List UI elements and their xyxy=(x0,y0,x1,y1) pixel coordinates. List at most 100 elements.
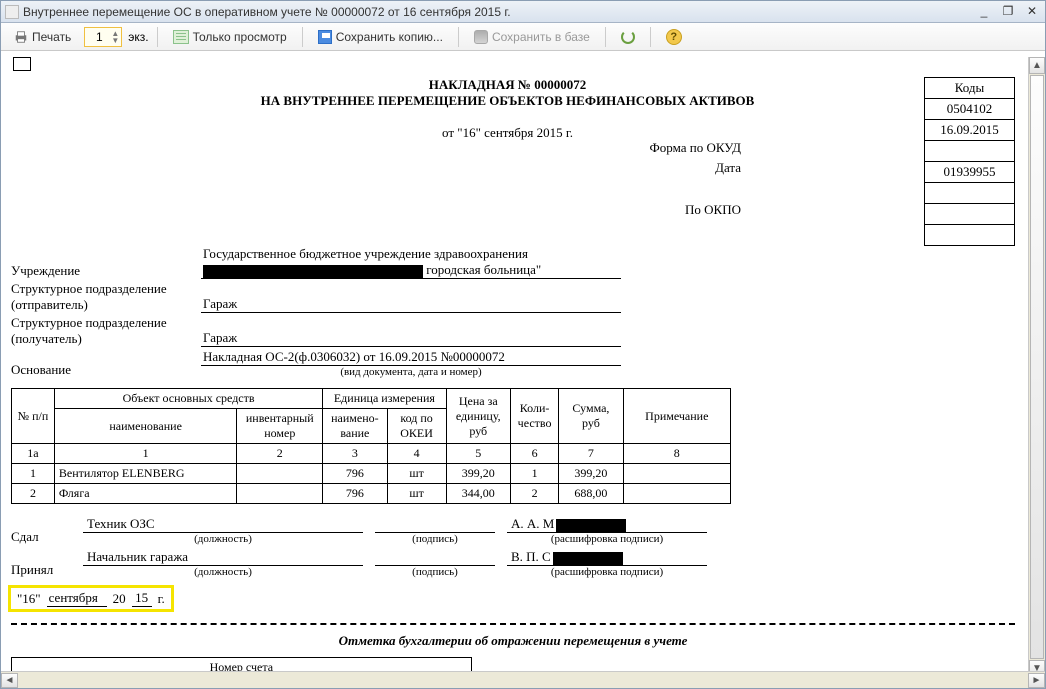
minimize-button[interactable]: _ xyxy=(975,5,993,19)
th-qty: Коли- чество xyxy=(510,389,558,444)
table-row: 2 Фляга 796 шт 344,00 2 688,00 xyxy=(12,484,731,504)
vertical-scrollbar[interactable]: ▲ ▼ xyxy=(1028,57,1045,671)
received-name: В. П. С xyxy=(507,549,707,566)
document-viewport[interactable]: НАКЛАДНАЯ № 00000072 НА ВНУТРЕННЕЕ ПЕРЕМ… xyxy=(1,51,1045,671)
sign-y-suffix: 15 xyxy=(132,590,152,607)
restore-button[interactable]: ❐ xyxy=(999,5,1017,19)
handed-sign xyxy=(375,516,495,533)
accounting-table: Номер счета Сумма по дебету по кредиту 2… xyxy=(11,657,731,671)
scroll-right-button[interactable]: ► xyxy=(1028,673,1045,688)
separator xyxy=(650,27,651,47)
okpo-label: По ОКПО xyxy=(685,202,741,218)
copies-suffix: экз. xyxy=(128,30,148,44)
sum-head: Сумма xyxy=(471,658,731,672)
okpo-value: 01939955 xyxy=(925,162,1015,183)
name-caption: (расшифровка подписи) xyxy=(507,533,707,545)
save-db-label: Сохранить в базе xyxy=(492,30,590,44)
th-obj: Объект основных средств xyxy=(54,389,322,409)
doc-title-2: НА ВНУТРЕННЕЕ ПЕРЕМЕЩЕНИЕ ОБЪЕКТОВ НЕФИН… xyxy=(11,93,924,109)
th-sum: Сумма, руб xyxy=(559,389,623,444)
scroll-up-button[interactable]: ▲ xyxy=(1029,57,1045,74)
scroll-down-button[interactable]: ▼ xyxy=(1029,660,1045,671)
scroll-thumb[interactable] xyxy=(1030,75,1044,659)
basis-value: Накладная ОС-2(ф.0306032) от 16.09.2015 … xyxy=(201,349,621,366)
th-npp: № п/п xyxy=(12,389,55,444)
redacted-name xyxy=(556,519,626,532)
scroll-left-button[interactable]: ◄ xyxy=(1,673,18,688)
diskette-icon xyxy=(318,30,332,44)
received-pos: Начальник гаража xyxy=(83,549,363,566)
basis-caption: (вид документа, дата и номер) xyxy=(201,366,621,378)
th-note: Примечание xyxy=(623,389,730,444)
print-label: Печать xyxy=(32,30,71,44)
basis-label: Основание xyxy=(11,362,201,378)
acct-head: Номер счета xyxy=(12,658,472,672)
dashed-separator xyxy=(11,623,1015,625)
pos-caption: (должность) xyxy=(83,566,363,578)
empty-code-4 xyxy=(925,225,1015,246)
th-obj-inv: инвентарный номер xyxy=(237,409,323,444)
th-unit-name: наимено- вание xyxy=(323,409,387,444)
org-value: Государственное бюджетное учреждение здр… xyxy=(201,246,621,279)
handed-pos: Техник ОЗС xyxy=(83,516,363,533)
separator xyxy=(605,27,606,47)
pos-caption: (должность) xyxy=(83,533,363,545)
app-icon xyxy=(5,5,19,19)
org-suffix: городская больница" xyxy=(426,262,541,277)
th-unit-code: код по ОКЕИ xyxy=(387,409,446,444)
preview-only-label: Только просмотр xyxy=(193,30,287,44)
separator xyxy=(157,27,158,47)
table-row: 1 Вентилятор ELENBERG 796 шт 399,20 1 39… xyxy=(12,464,731,484)
preview-only-button[interactable]: Только просмотр xyxy=(166,27,294,47)
sign-caption: (подпись) xyxy=(375,566,495,578)
empty-code-2 xyxy=(925,183,1015,204)
spinner-arrows[interactable]: ▲▼ xyxy=(111,30,119,44)
sender-label-2: (отправитель) xyxy=(11,297,201,313)
sign-month: сентября xyxy=(47,590,107,607)
refresh-icon xyxy=(621,30,635,44)
sign-y-prefix: 20 xyxy=(113,591,126,607)
items-table: № п/п Объект основных средств Единица из… xyxy=(11,388,731,504)
date-label: Дата xyxy=(715,160,741,176)
redacted-org xyxy=(203,265,423,278)
receiver-label-2: (получатель) xyxy=(11,331,201,347)
redacted-name xyxy=(553,552,623,565)
print-page: НАКЛАДНАЯ № 00000072 НА ВНУТРЕННЕЕ ПЕРЕМ… xyxy=(11,57,1035,671)
printer-icon xyxy=(14,30,28,44)
sign-date-highlight: "16" сентября 20 15 г. xyxy=(11,588,171,609)
sign-day: "16" xyxy=(17,591,41,607)
doc-title-1: НАКЛАДНАЯ № 00000072 xyxy=(11,77,924,93)
mark-title: Отметка бухгалтерии об отражении перемещ… xyxy=(11,633,1015,649)
print-button[interactable]: Печать xyxy=(7,27,78,47)
handed-label: Сдал xyxy=(11,529,71,545)
received-sign xyxy=(375,549,495,566)
horizontal-scrollbar[interactable]: ◄ ► xyxy=(1,671,1045,688)
copies-spinner[interactable]: ▲▼ xyxy=(84,27,122,47)
close-button[interactable]: ✕ xyxy=(1023,5,1041,19)
sign-y-end: г. xyxy=(158,591,165,607)
sign-caption: (подпись) xyxy=(375,533,495,545)
okud-label: Форма по ОКУД xyxy=(650,140,742,156)
numrow: 1а 1 2 3 4 5 6 7 8 xyxy=(12,444,731,464)
receiver-label-1: Структурное подразделение xyxy=(11,315,201,331)
copies-input[interactable] xyxy=(87,29,111,45)
received-label: Принял xyxy=(11,562,71,578)
empty-code-3 xyxy=(925,204,1015,225)
sender-label-1: Структурное подразделение xyxy=(11,281,201,297)
save-copy-button[interactable]: Сохранить копию... xyxy=(311,27,450,47)
refresh-button[interactable] xyxy=(614,27,642,47)
corner-box xyxy=(13,57,31,71)
sheet-icon xyxy=(173,30,189,44)
save-db-button[interactable]: Сохранить в базе xyxy=(467,27,597,47)
separator xyxy=(458,27,459,47)
okud-value: 0504102 xyxy=(925,99,1015,120)
save-copy-label: Сохранить копию... xyxy=(336,30,443,44)
help-button[interactable]: ? xyxy=(659,26,689,48)
separator xyxy=(302,27,303,47)
th-obj-name: наименование xyxy=(54,409,236,444)
help-icon: ? xyxy=(666,29,682,45)
org-prefix: Государственное бюджетное учреждение здр… xyxy=(203,246,528,261)
toolbar: Печать ▲▼ экз. Только просмотр Сохранить… xyxy=(1,23,1045,51)
name-caption: (расшифровка подписи) xyxy=(507,566,707,578)
codes-table: Коды 0504102 16.09.2015 01939955 xyxy=(924,77,1015,246)
